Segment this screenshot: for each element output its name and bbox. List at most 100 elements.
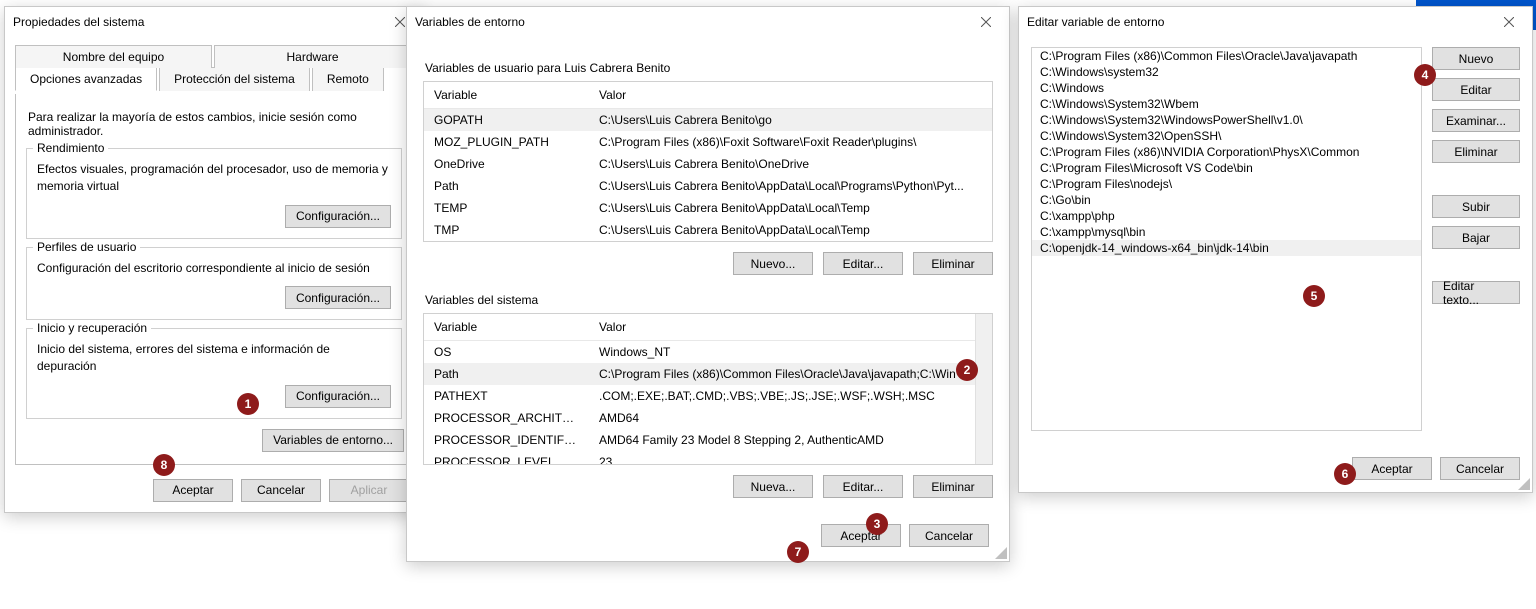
delete-button[interactable]: Eliminar — [1432, 140, 1520, 163]
table-row[interactable]: PathC:\Program Files (x86)\Common Files\… — [424, 363, 975, 385]
table-row[interactable]: GOPATHC:\Users\Luis Cabrera Benito\go — [424, 109, 992, 131]
cell-variable: TMP — [424, 221, 589, 239]
cancel-button[interactable]: Cancelar — [909, 524, 989, 547]
resize-grip[interactable] — [1518, 478, 1530, 490]
configuracion-button[interactable]: Configuración... — [285, 286, 391, 309]
tabs-row-bottom: Opciones avanzadas Protección del sistem… — [15, 66, 413, 90]
list-item[interactable]: C:\Windows — [1032, 80, 1421, 96]
tab-remoto[interactable]: Remoto — [312, 67, 384, 91]
cell-valor: C:\Users\Luis Cabrera Benito\AppData\Loc… — [589, 177, 992, 195]
cell-variable: MOZ_PLUGIN_PATH — [424, 133, 589, 151]
close-icon[interactable] — [971, 7, 1001, 37]
cell-valor: C:\Program Files (x86)\Common Files\Orac… — [589, 365, 975, 383]
user-vars-list[interactable]: Variable Valor GOPATHC:\Users\Luis Cabre… — [423, 81, 993, 242]
titlebar[interactable]: Editar variable de entorno — [1019, 7, 1532, 37]
edit-button[interactable]: Editar — [1432, 78, 1520, 101]
tab-hardware[interactable]: Hardware — [214, 45, 411, 68]
env-vars-button[interactable]: Variables de entorno... — [262, 429, 404, 452]
tab-opciones-avanzadas[interactable]: Opciones avanzadas — [15, 67, 157, 91]
table-row[interactable]: OSWindows_NT — [424, 341, 975, 363]
env-vars-dialog: Variables de entorno Variables de usuari… — [406, 6, 1010, 562]
scrollbar[interactable] — [975, 314, 992, 464]
col-header-valor[interactable]: Valor — [589, 82, 992, 108]
new-button[interactable]: Nuevo... — [733, 252, 813, 275]
cell-valor: C:\Program Files (x86)\Foxit Software\Fo… — [589, 133, 992, 151]
ok-button[interactable]: Aceptar — [1352, 457, 1432, 480]
cell-valor: .COM;.EXE;.BAT;.CMD;.VBS;.VBE;.JS;.JSE;.… — [589, 387, 975, 405]
list-item[interactable]: C:\xampp\mysql\bin — [1032, 224, 1421, 240]
delete-button[interactable]: Eliminar — [913, 475, 993, 498]
list-item[interactable]: C:\xampp\php — [1032, 208, 1421, 224]
list-item[interactable]: C:\Windows\System32\Wbem — [1032, 96, 1421, 112]
user-vars-label: Variables de usuario para Luis Cabrera B… — [425, 61, 991, 75]
resize-grip[interactable] — [995, 547, 1007, 559]
dialog-title: Propiedades del sistema — [13, 15, 144, 29]
table-row[interactable]: PROCESSOR_IDENTIFIERAMD64 Family 23 Mode… — [424, 429, 975, 451]
cell-variable: PROCESSOR_ARCHITECTURE — [424, 409, 589, 427]
table-row[interactable]: TEMPC:\Users\Luis Cabrera Benito\AppData… — [424, 197, 992, 219]
sys-vars-label: Variables del sistema — [425, 293, 991, 307]
edit-button[interactable]: Editar... — [823, 475, 903, 498]
cell-variable: GOPATH — [424, 111, 589, 129]
edit-env-var-dialog: Editar variable de entorno C:\Program Fi… — [1018, 6, 1533, 493]
cell-variable: TEMP — [424, 199, 589, 217]
tab-proteccion[interactable]: Protección del sistema — [159, 67, 310, 91]
system-properties-dialog: Propiedades del sistema Opciones avanzad… — [4, 6, 424, 513]
list-item[interactable]: C:\Windows\System32\OpenSSH\ — [1032, 128, 1421, 144]
col-header-valor[interactable]: Valor — [589, 314, 975, 340]
path-list[interactable]: C:\Program Files (x86)\Common Files\Orac… — [1031, 47, 1422, 431]
apply-button[interactable]: Aplicar — [329, 479, 409, 502]
cell-valor: 23 — [589, 453, 975, 464]
table-row[interactable]: PathC:\Users\Luis Cabrera Benito\AppData… — [424, 175, 992, 197]
sidebar-buttons: Nuevo Editar Examinar... Eliminar Subir … — [1432, 47, 1520, 431]
annotation-7: 7 — [787, 541, 809, 563]
cell-valor: Windows_NT — [589, 343, 975, 361]
table-row[interactable]: TMPC:\Users\Luis Cabrera Benito\AppData\… — [424, 219, 992, 241]
close-icon[interactable] — [1494, 7, 1524, 37]
configuracion-button[interactable]: Configuración... — [285, 205, 391, 228]
annotation-8: 8 — [153, 454, 175, 476]
list-item[interactable]: C:\openjdk-14_windows-x64_bin\jdk-14\bin — [1032, 240, 1421, 256]
move-down-button[interactable]: Bajar — [1432, 226, 1520, 249]
table-row[interactable]: PROCESSOR_ARCHITECTUREAMD64 — [424, 407, 975, 429]
group-rendimiento: Rendimiento Efectos visuales, programaci… — [26, 148, 402, 239]
annotation-3: 3 — [866, 513, 888, 535]
list-item[interactable]: C:\Windows\system32 — [1032, 64, 1421, 80]
list-item[interactable]: C:\Program Files\Microsoft VS Code\bin — [1032, 160, 1421, 176]
list-item[interactable]: C:\Program Files (x86)\NVIDIA Corporatio… — [1032, 144, 1421, 160]
edit-text-button[interactable]: Editar texto... — [1432, 281, 1520, 304]
list-item[interactable]: C:\Program Files\nodejs\ — [1032, 176, 1421, 192]
titlebar[interactable]: Propiedades del sistema — [5, 7, 423, 37]
table-row[interactable]: PATHEXT.COM;.EXE;.BAT;.CMD;.VBS;.VBE;.JS… — [424, 385, 975, 407]
ok-button[interactable]: Aceptar — [821, 524, 901, 547]
browse-button[interactable]: Examinar... — [1432, 109, 1520, 132]
delete-button[interactable]: Eliminar — [913, 252, 993, 275]
annotation-4: 4 — [1414, 64, 1436, 86]
edit-button[interactable]: Editar... — [823, 252, 903, 275]
list-item[interactable]: C:\Go\bin — [1032, 192, 1421, 208]
new-button[interactable]: Nueva... — [733, 475, 813, 498]
col-header-variable[interactable]: Variable — [424, 82, 589, 108]
cancel-button[interactable]: Cancelar — [241, 479, 321, 502]
table-row[interactable]: PROCESSOR_LEVEL23 — [424, 451, 975, 464]
tabs-row-top: Nombre del equipo Hardware — [15, 44, 413, 67]
group-desc: Configuración del escritorio correspondi… — [37, 260, 391, 277]
col-header-variable[interactable]: Variable — [424, 314, 589, 340]
ok-button[interactable]: Aceptar — [153, 479, 233, 502]
table-row[interactable]: MOZ_PLUGIN_PATHC:\Program Files (x86)\Fo… — [424, 131, 992, 153]
new-button[interactable]: Nuevo — [1432, 47, 1520, 70]
sys-vars-list[interactable]: Variable Valor OSWindows_NTPathC:\Progra… — [423, 313, 993, 465]
cell-valor: C:\Users\Luis Cabrera Benito\OneDrive — [589, 155, 992, 173]
list-item[interactable]: C:\Program Files (x86)\Common Files\Orac… — [1032, 48, 1421, 64]
titlebar[interactable]: Variables de entorno — [407, 7, 1009, 37]
move-up-button[interactable]: Subir — [1432, 195, 1520, 218]
cell-valor: AMD64 Family 23 Model 8 Stepping 2, Auth… — [589, 431, 975, 449]
configuracion-button[interactable]: Configuración... — [285, 385, 391, 408]
annotation-6: 6 — [1334, 463, 1356, 485]
tab-nombre-equipo[interactable]: Nombre del equipo — [15, 45, 212, 68]
list-item[interactable]: C:\Windows\System32\WindowsPowerShell\v1… — [1032, 112, 1421, 128]
cell-variable: PROCESSOR_IDENTIFIER — [424, 431, 589, 449]
cancel-button[interactable]: Cancelar — [1440, 457, 1520, 480]
cell-variable: Path — [424, 365, 589, 383]
table-row[interactable]: OneDriveC:\Users\Luis Cabrera Benito\One… — [424, 153, 992, 175]
